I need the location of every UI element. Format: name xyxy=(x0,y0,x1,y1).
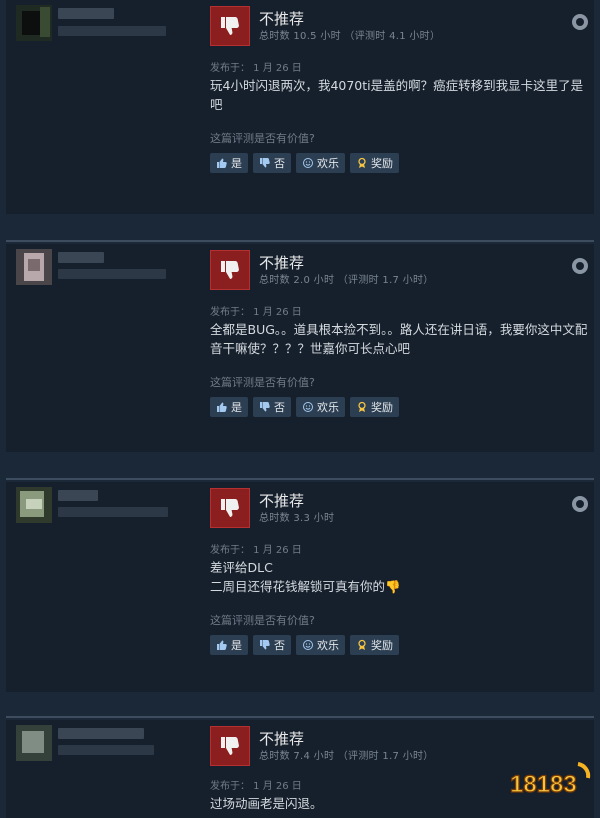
smiley-icon xyxy=(302,157,314,169)
award-button[interactable]: 奖励 xyxy=(350,153,399,173)
vote-no-button[interactable]: 否 xyxy=(253,635,291,655)
review-text: 差评给DLC 二周目还得花钱解锁可真有你的👎 xyxy=(210,560,401,594)
thumbs-up-icon xyxy=(216,401,228,413)
avatar[interactable] xyxy=(16,725,52,761)
review-verdict[interactable]: 不推荐 xyxy=(259,8,304,29)
vote-yes-label: 是 xyxy=(231,401,242,414)
smiley-icon xyxy=(302,639,314,651)
vote-funny-button[interactable]: 欢乐 xyxy=(296,153,345,173)
review-card: 不推荐 总时数 7.4 小时 （评测时 1.7 小时） 发布于： 1 月 26 … xyxy=(6,720,594,818)
thumbs-down-icon xyxy=(259,401,271,413)
vote-no-label: 否 xyxy=(274,157,285,170)
helpful-question: 这篇评测是否有价值? xyxy=(210,132,315,145)
vote-funny-button[interactable]: 欢乐 xyxy=(296,635,345,655)
vote-no-button[interactable]: 否 xyxy=(253,397,291,417)
divider xyxy=(6,716,594,718)
username-blurred[interactable] xyxy=(58,728,144,739)
vote-yes-button[interactable]: 是 xyxy=(210,397,248,417)
vote-no-label: 否 xyxy=(274,639,285,652)
divider xyxy=(6,478,594,480)
watermark-logo: 18183 xyxy=(508,760,594,800)
thumbs-down-icon xyxy=(210,488,250,528)
review-card: 不推荐 总时数 10.5 小时 （评测时 4.1 小时） 发布于： 1 月 26… xyxy=(6,0,594,214)
thumbs-up-icon xyxy=(216,639,228,651)
playtime: 总时数 7.4 小时 （评测时 1.7 小时） xyxy=(259,751,434,762)
vote-funny-label: 欢乐 xyxy=(317,401,339,414)
vote-no-label: 否 xyxy=(274,401,285,414)
avatar[interactable] xyxy=(16,5,52,41)
vote-yes-button[interactable]: 是 xyxy=(210,635,248,655)
review-card: 不推荐 总时数 2.0 小时 （评测时 1.7 小时） 发布于： 1 月 26 … xyxy=(6,244,594,452)
watermark-text: 18183 xyxy=(510,771,577,798)
vote-funny-label: 欢乐 xyxy=(317,639,339,652)
steam-icon xyxy=(572,496,588,512)
username-blurred[interactable] xyxy=(58,252,104,263)
vote-yes-label: 是 xyxy=(231,157,242,170)
vote-yes-button[interactable]: 是 xyxy=(210,153,248,173)
user-stats-blurred xyxy=(58,269,166,279)
award-label: 奖励 xyxy=(371,401,393,414)
vote-yes-label: 是 xyxy=(231,639,242,652)
vote-no-button[interactable]: 否 xyxy=(253,153,291,173)
review-card: 不推荐 总时数 3.3 小时 发布于： 1 月 26 日 差评给DLC 二周目还… xyxy=(6,482,594,692)
post-date: 发布于： 1 月 26 日 xyxy=(210,307,302,318)
thumbs-down-icon xyxy=(259,639,271,651)
playtime: 总时数 10.5 小时 （评测时 4.1 小时） xyxy=(259,31,441,42)
review-text: 玩4小时闪退两次，我4070ti是盖的啊？癌症转移到我显卡这里了是吧 xyxy=(210,78,584,112)
review-verdict[interactable]: 不推荐 xyxy=(259,728,304,749)
review-text: 全都是BUG。。道具根本捡不到。。路人还在讲日语，我要你这中文配音干嘛使？？？？… xyxy=(210,322,588,356)
smiley-icon xyxy=(302,401,314,413)
award-icon xyxy=(356,157,368,169)
review-verdict[interactable]: 不推荐 xyxy=(259,490,304,511)
post-date: 发布于： 1 月 26 日 xyxy=(210,781,302,792)
steam-icon xyxy=(572,14,588,30)
award-label: 奖励 xyxy=(371,639,393,652)
award-icon xyxy=(356,401,368,413)
thumbs-down-icon xyxy=(210,726,250,766)
post-date: 发布于： 1 月 26 日 xyxy=(210,63,302,74)
thumbs-down-icon xyxy=(210,250,250,290)
playtime: 总时数 3.3 小时 xyxy=(259,513,335,524)
user-stats-blurred xyxy=(58,745,154,755)
divider xyxy=(6,240,594,242)
avatar[interactable] xyxy=(16,249,52,285)
playtime: 总时数 2.0 小时 （评测时 1.7 小时） xyxy=(259,275,434,286)
steam-icon xyxy=(572,258,588,274)
user-stats-blurred xyxy=(58,26,166,36)
review-verdict[interactable]: 不推荐 xyxy=(259,252,304,273)
award-button[interactable]: 奖励 xyxy=(350,635,399,655)
award-label: 奖励 xyxy=(371,157,393,170)
award-icon xyxy=(356,639,368,651)
thumbs-down-icon xyxy=(210,6,250,46)
helpful-question: 这篇评测是否有价值? xyxy=(210,376,315,389)
award-button[interactable]: 奖励 xyxy=(350,397,399,417)
thumbs-up-icon xyxy=(216,157,228,169)
post-date: 发布于： 1 月 26 日 xyxy=(210,545,302,556)
user-stats-blurred xyxy=(58,507,168,517)
username-blurred[interactable] xyxy=(58,8,114,19)
helpful-question: 这篇评测是否有价值? xyxy=(210,614,315,627)
vote-funny-label: 欢乐 xyxy=(317,157,339,170)
vote-funny-button[interactable]: 欢乐 xyxy=(296,397,345,417)
thumbs-down-icon xyxy=(259,157,271,169)
avatar[interactable] xyxy=(16,487,52,523)
username-blurred[interactable] xyxy=(58,490,98,501)
